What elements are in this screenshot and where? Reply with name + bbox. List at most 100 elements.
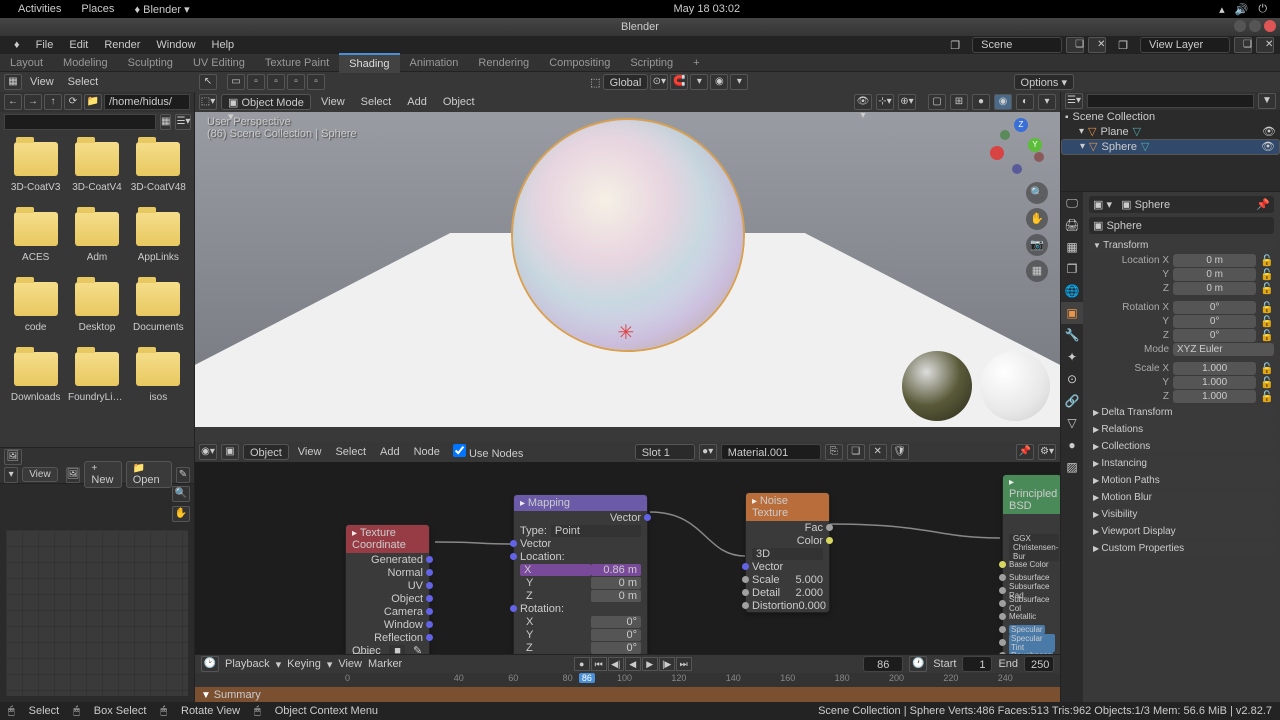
prev-key-button[interactable]: ◀| bbox=[608, 657, 624, 671]
vp-view-menu[interactable]: View bbox=[315, 96, 351, 108]
panel-header[interactable]: Delta Transform bbox=[1089, 405, 1274, 420]
image-view-menu[interactable]: View bbox=[22, 467, 58, 482]
play-button[interactable]: ▶ bbox=[642, 657, 658, 671]
gizmo-x[interactable] bbox=[990, 146, 1004, 160]
mapping-rot-z[interactable]: 0° bbox=[591, 642, 641, 654]
lock-icon[interactable]: 🔓 bbox=[1260, 315, 1274, 328]
slot-dropdown[interactable]: Slot 1 bbox=[635, 444, 695, 460]
select-mode-3[interactable]: ▫ bbox=[287, 74, 305, 90]
lock-icon[interactable]: 🔓 bbox=[1260, 254, 1274, 267]
workspace-tab-modeling[interactable]: Modeling bbox=[53, 54, 118, 72]
tab-material[interactable]: ● bbox=[1061, 434, 1083, 456]
node-header[interactable]: ▸ Noise Texture bbox=[746, 493, 829, 521]
folder-item[interactable]: AppLinks bbox=[129, 208, 188, 276]
vp-visibility-icon[interactable]: 👁▾ bbox=[854, 94, 872, 110]
sh-select-menu[interactable]: Select bbox=[330, 446, 371, 458]
cursor-tool-icon[interactable]: ↖ bbox=[199, 74, 217, 90]
node-header[interactable]: ▸ Principled BSD bbox=[1003, 475, 1060, 514]
scene-field[interactable]: Scene bbox=[972, 37, 1062, 53]
menu-help[interactable]: Help bbox=[204, 39, 243, 51]
sh-node-menu[interactable]: Node bbox=[409, 446, 445, 458]
eye-icon[interactable]: 👁 bbox=[1262, 125, 1276, 138]
mapping-loc-y[interactable]: 0 m bbox=[591, 577, 641, 589]
sh-view-menu[interactable]: View bbox=[293, 446, 327, 458]
node-noise-texture[interactable]: ▸ Noise Texture Fac Color 3D Vector Scal… bbox=[745, 492, 830, 613]
mapping-loc-x[interactable]: 0.86 m bbox=[591, 564, 641, 576]
folder-item[interactable]: 3D-CoatV3 bbox=[6, 138, 65, 206]
loc-y-field[interactable]: 0 m bbox=[1173, 268, 1256, 281]
workspace-tab-layout[interactable]: Layout bbox=[0, 54, 53, 72]
window-titlebar[interactable]: Blender bbox=[0, 18, 1280, 36]
tab-particle[interactable]: ✦ bbox=[1061, 346, 1083, 368]
folder-item[interactable]: isos bbox=[129, 348, 188, 416]
tab-texture[interactable]: ▨ bbox=[1061, 456, 1083, 478]
places-menu[interactable]: Places bbox=[71, 3, 124, 15]
zoom-icon[interactable]: 🔍 bbox=[1026, 182, 1048, 204]
select-mode-2[interactable]: ▫ bbox=[267, 74, 285, 90]
vp-object-menu[interactable]: Object bbox=[437, 96, 481, 108]
menu-window[interactable]: Window bbox=[148, 39, 203, 51]
material-browse-icon[interactable]: ●▾ bbox=[699, 444, 717, 460]
clock[interactable]: May 18 03:02 bbox=[674, 3, 741, 15]
power-icon[interactable]: ⏻ bbox=[1253, 3, 1272, 16]
image-pin-icon[interactable]: ✎ bbox=[176, 467, 190, 483]
current-frame-field[interactable]: 86 bbox=[863, 656, 903, 672]
folder-item[interactable]: 3D-CoatV4 bbox=[67, 138, 126, 206]
shader-options-icon[interactable]: ⚙▾ bbox=[1038, 444, 1056, 460]
mapping-rot-x[interactable]: 0° bbox=[591, 616, 641, 628]
fb-search-input[interactable] bbox=[4, 114, 156, 130]
node-header[interactable]: ▸ Mapping bbox=[514, 495, 647, 511]
menu-edit[interactable]: Edit bbox=[61, 39, 96, 51]
noise-detail[interactable]: 2.000 bbox=[795, 587, 823, 599]
lock-icon[interactable]: 🔓 bbox=[1260, 329, 1274, 342]
gizmo-nx[interactable] bbox=[1034, 152, 1044, 162]
snap-toggle[interactable]: 🧲 bbox=[670, 74, 688, 90]
app-menu[interactable]: ♦ Blender ▾ bbox=[124, 3, 199, 16]
end-frame-field[interactable]: 250 bbox=[1024, 656, 1054, 672]
menu-file[interactable]: File bbox=[28, 39, 62, 51]
sh-add-menu[interactable]: Add bbox=[375, 446, 405, 458]
bsdf-distribution[interactable]: GGX bbox=[1009, 534, 1059, 543]
sphere-object[interactable] bbox=[513, 120, 743, 350]
workspace-tab-rendering[interactable]: Rendering bbox=[468, 54, 539, 72]
fb-display-thumb[interactable]: ▦ bbox=[160, 114, 171, 130]
viewlayer-field[interactable]: View Layer bbox=[1140, 37, 1230, 53]
use-nodes-checkbox[interactable] bbox=[453, 444, 466, 457]
panel-header[interactable]: Relations bbox=[1089, 422, 1274, 437]
eye-icon[interactable]: 👁 bbox=[1261, 140, 1275, 154]
mapping-type-value[interactable]: Point bbox=[551, 525, 641, 537]
shader-pin-icon[interactable]: 📌 bbox=[1016, 444, 1034, 460]
lock-icon[interactable]: 🔓 bbox=[1260, 390, 1274, 403]
3d-viewport[interactable]: ⬚▾ ▣ Object Mode ▾ View Select Add Objec… bbox=[195, 92, 1060, 427]
image-browse-icon[interactable]: 🖼 bbox=[66, 467, 81, 483]
window-close-button[interactable] bbox=[1264, 20, 1276, 32]
select-mode-4[interactable]: ▫ bbox=[307, 74, 325, 90]
tl-playback-menu[interactable]: Playback bbox=[225, 658, 270, 670]
bsdf-in-specular[interactable]: Specular bbox=[1009, 625, 1045, 634]
workspace-tab-compositing[interactable]: Compositing bbox=[539, 54, 620, 72]
image-mode-icon[interactable]: ▾ bbox=[4, 467, 18, 483]
jump-start-button[interactable]: ⏮ bbox=[591, 657, 607, 671]
image-pan-icon[interactable]: ✋ bbox=[172, 506, 190, 522]
material-new-icon[interactable]: ❏ bbox=[847, 444, 865, 460]
rot-x-field[interactable]: 0° bbox=[1173, 301, 1256, 314]
shading-wireframe[interactable]: ⊞ bbox=[950, 94, 968, 110]
panel-header[interactable]: Instancing bbox=[1089, 456, 1274, 471]
editor-type-icon[interactable]: ⬚▾ bbox=[199, 94, 217, 110]
folder-item[interactable]: Adm bbox=[67, 208, 126, 276]
current-frame-indicator[interactable]: 86 bbox=[579, 673, 595, 683]
window-maximize-button[interactable] bbox=[1249, 20, 1261, 32]
tl-view-menu[interactable]: View bbox=[338, 658, 362, 670]
material-pin-icon[interactable]: ⎘ bbox=[825, 444, 843, 460]
fb-back-button[interactable]: ← bbox=[4, 94, 22, 110]
gizmo-nz[interactable] bbox=[1012, 164, 1022, 174]
fb-refresh-button[interactable]: ⟳ bbox=[64, 94, 82, 110]
panel-header[interactable]: Visibility bbox=[1089, 507, 1274, 522]
shader-type-dropdown[interactable]: Object bbox=[243, 444, 289, 460]
autokey-button[interactable]: ● bbox=[574, 657, 590, 671]
scl-z-field[interactable]: 1.000 bbox=[1173, 390, 1256, 403]
network-icon[interactable]: ▴ bbox=[1214, 3, 1230, 16]
outliner-item[interactable]: ▾ ▽ Plane ▽👁 bbox=[1061, 124, 1280, 139]
image-zoom-icon[interactable]: 🔍 bbox=[172, 486, 190, 502]
shading-dropdown[interactable]: ▾ bbox=[1038, 94, 1056, 110]
